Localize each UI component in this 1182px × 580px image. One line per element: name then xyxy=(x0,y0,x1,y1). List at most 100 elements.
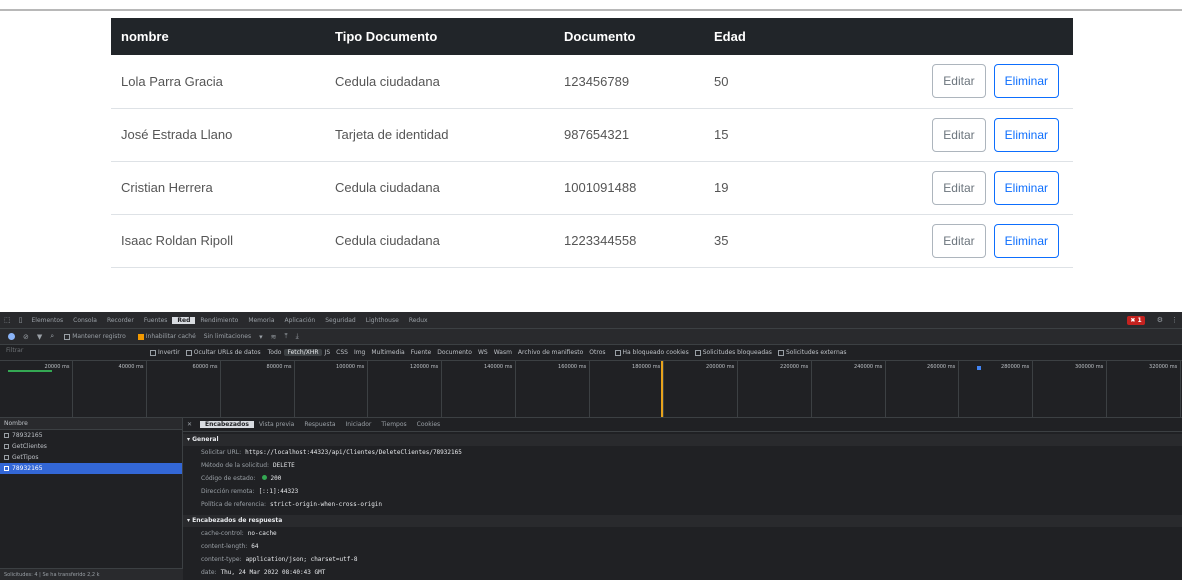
detail-tab[interactable]: Respuesta xyxy=(299,421,340,428)
resource-type-filter[interactable]: Todo xyxy=(265,349,285,356)
resource-type-filter[interactable]: Fetch/XHR xyxy=(284,349,322,356)
response-headers-section-header[interactable]: ▾ Encabezados de respuesta xyxy=(183,515,1182,527)
header-value: application/json; charset=utf-8 xyxy=(245,556,358,563)
header-key: Política de referencia: xyxy=(201,501,267,508)
resource-type-filter[interactable]: Img xyxy=(351,349,368,356)
timeline-tick-label: 160000 ms xyxy=(558,364,587,370)
invert-checkbox[interactable] xyxy=(150,349,156,356)
devtools-tab[interactable]: Memoria xyxy=(243,317,279,324)
chevron-down-icon[interactable]: ▾ xyxy=(259,333,263,341)
network-overview-timeline[interactable]: 20000 ms 40000 ms 60000 ms 80000 ms 100000 m… xyxy=(0,361,1182,418)
table-body: Lola Parra Gracia Cedula ciudadana 1234567… xyxy=(111,55,1073,268)
error-count: 1 xyxy=(1137,316,1142,324)
timeline-tick-label: 320000 ms xyxy=(1149,364,1178,370)
timeline-gridline xyxy=(515,361,516,417)
screen: nombre Tipo Documento Documento Edad Lol… xyxy=(0,0,1182,580)
disable-cache-label[interactable]: Inhabilitar caché xyxy=(146,333,196,340)
devtools-tab[interactable]: Consola xyxy=(68,317,102,324)
third-party-checkbox[interactable] xyxy=(777,349,784,356)
detail-tab[interactable]: Cookies xyxy=(412,421,446,428)
devtools-tab[interactable]: Fuentes xyxy=(139,317,173,324)
blocked-requests-checkbox[interactable] xyxy=(694,349,701,356)
resource-type-filter[interactable]: Wasm xyxy=(491,349,515,356)
edit-button[interactable]: Editar xyxy=(932,223,986,258)
timeline-tick-label: 140000 ms xyxy=(484,364,513,370)
cell-edad: 35 xyxy=(704,214,776,268)
close-detail-icon[interactable]: ✕ xyxy=(187,421,192,428)
request-item[interactable]: GetClientes xyxy=(0,441,182,452)
devtools-tab[interactable]: Lighthouse xyxy=(361,317,404,324)
resource-type-filter[interactable]: Documento xyxy=(434,349,475,356)
clients-table: nombre Tipo Documento Documento Edad Lol… xyxy=(111,18,1073,268)
settings-gear-icon[interactable]: ⚙ xyxy=(1157,316,1163,324)
detail-tab[interactable]: Iniciador xyxy=(341,421,377,428)
request-item[interactable]: 78932165 xyxy=(0,463,182,474)
devtools-tab[interactable]: Rendimiento xyxy=(195,317,243,324)
header-value: Thu, 24 Mar 2022 08:40:43 GMT xyxy=(220,569,326,576)
hide-data-urls-checkbox[interactable] xyxy=(185,349,192,356)
request-type-icon xyxy=(4,433,9,438)
record-icon[interactable] xyxy=(8,333,15,340)
device-toolbar-icon[interactable]: ▯ xyxy=(19,316,23,324)
column-header-edad: Edad xyxy=(704,18,776,55)
edit-button[interactable]: Editar xyxy=(932,170,986,205)
cell-nombre: José Estrada Llano xyxy=(111,108,325,162)
table-row: Lola Parra Gracia Cedula ciudadana 1234567… xyxy=(111,55,1073,109)
cell-documento: 987654321 xyxy=(554,108,704,162)
network-conditions-icon[interactable]: ≋ xyxy=(271,333,277,341)
delete-button[interactable]: Eliminar xyxy=(993,223,1059,258)
filter-funnel-icon[interactable]: ▼ xyxy=(37,333,42,341)
header-key: Código de estado: xyxy=(201,475,256,482)
blocked-cookies-checkbox[interactable] xyxy=(614,349,621,356)
devtools-tab-bar: ⬚ ▯ Elementos Consola Recorder Fuentes Red Re… xyxy=(0,312,1182,329)
edit-button[interactable]: Editar xyxy=(932,117,986,152)
preserve-log-checkbox[interactable] xyxy=(64,333,71,340)
top-divider xyxy=(0,9,1182,11)
request-list-header[interactable]: Nombre xyxy=(0,418,182,430)
devtools-tab[interactable]: Redux xyxy=(404,317,433,324)
edit-button[interactable]: Editar xyxy=(932,64,986,99)
timeline-request-dot xyxy=(977,366,981,370)
request-item[interactable]: GetTipos xyxy=(0,452,182,463)
throttling-select[interactable]: Sin limitaciones xyxy=(204,333,251,340)
request-item[interactable]: 78932165 xyxy=(0,430,182,441)
delete-button[interactable]: Eliminar xyxy=(993,170,1059,205)
cell-edad: 50 xyxy=(704,55,776,109)
timeline-gridline xyxy=(1180,361,1181,417)
resource-type-filter[interactable]: JS xyxy=(322,349,334,356)
search-icon[interactable]: ⌕ xyxy=(50,332,54,341)
export-icon[interactable]: ⤓ xyxy=(296,332,299,341)
detail-tab[interactable]: Vista previa xyxy=(254,421,299,428)
invert-label: Invertir xyxy=(158,349,180,356)
devtools-tab[interactable]: Seguridad xyxy=(320,317,361,324)
more-options-icon[interactable]: ⋮ xyxy=(1171,316,1178,324)
status-ok-icon xyxy=(262,475,268,480)
resource-type-filter[interactable]: Multimedia xyxy=(368,349,407,356)
timeline-tick-label: 180000 ms xyxy=(632,364,661,370)
detail-tab[interactable]: Tiempos xyxy=(376,421,411,428)
devtools-tab[interactable]: Aplicación xyxy=(280,317,321,324)
delete-button[interactable]: Eliminar xyxy=(993,117,1059,152)
clear-icon[interactable]: ⊘ xyxy=(23,333,29,341)
resource-type-filter[interactable]: Fuente xyxy=(408,349,434,356)
column-header-actions xyxy=(776,18,1073,55)
inspect-element-icon[interactable]: ⬚ xyxy=(4,316,11,324)
filter-input[interactable]: Filtrar xyxy=(4,347,144,358)
timeline-tick-label: 260000 ms xyxy=(927,364,956,370)
devtools-tab[interactable]: Red xyxy=(172,316,196,324)
import-icon[interactable]: ⤒ xyxy=(285,332,288,341)
resource-type-filter[interactable]: WS xyxy=(475,349,491,356)
resource-type-filter[interactable]: Archivo de manifiesto xyxy=(515,349,586,356)
resource-type-filter[interactable]: Otros xyxy=(586,349,608,356)
delete-button[interactable]: Eliminar xyxy=(993,64,1059,99)
devtools-tab[interactable]: Recorder xyxy=(102,317,139,324)
cell-actions: Editar Eliminar xyxy=(776,214,1073,268)
request-name: 78932165 xyxy=(12,432,43,439)
third-party-label: Solicitudes externas xyxy=(785,349,847,356)
general-section-header[interactable]: ▾ General xyxy=(183,434,1182,446)
error-count-badge[interactable]: ✖ 1 xyxy=(1127,315,1145,325)
error-icon: ✖ xyxy=(1130,316,1136,324)
resource-type-filter[interactable]: CSS xyxy=(333,349,351,356)
detail-tab[interactable]: Encabezados xyxy=(200,421,254,428)
devtools-tab[interactable]: Elementos xyxy=(26,317,68,324)
